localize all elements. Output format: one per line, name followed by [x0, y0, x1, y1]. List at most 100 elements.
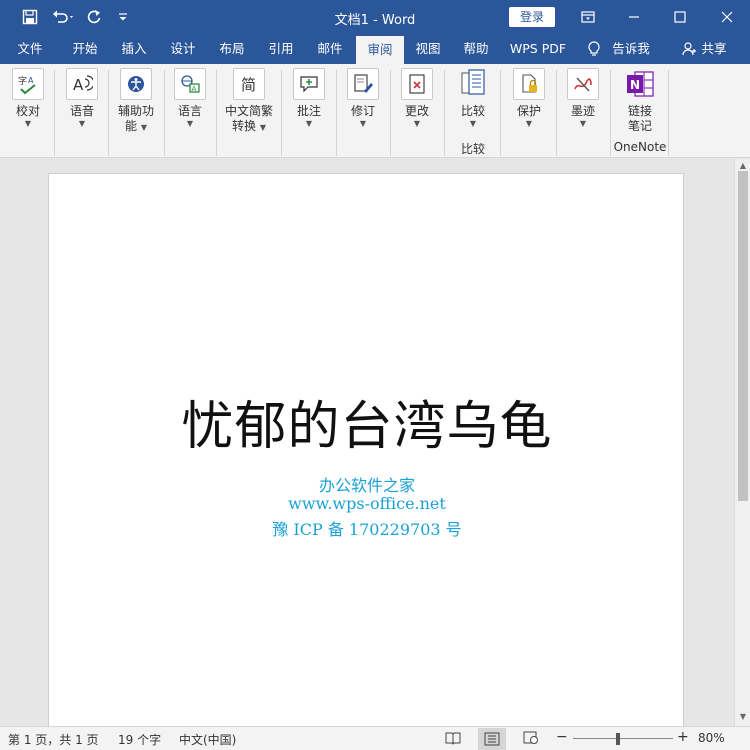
svg-text:字: 字	[18, 75, 27, 87]
tab-layout[interactable]: 布局	[209, 34, 255, 64]
chinese-conversion-button[interactable]: 简 中文简繁 转换 ▼	[222, 68, 276, 134]
protect-button[interactable]: 保护 ▼	[507, 68, 551, 129]
ink-button[interactable]: 墨迹 ▼	[561, 68, 605, 129]
ink-label: 墨迹	[570, 104, 595, 118]
tab-help[interactable]: 帮助	[453, 34, 499, 64]
document-page[interactable]: 忧郁的台湾乌龟 办公软件之家 www.wps-office.net 豫 ICP …	[48, 173, 684, 726]
tell-me-search[interactable]: 告诉我	[608, 34, 654, 64]
svg-text:A: A	[192, 85, 197, 93]
accessibility-button[interactable]: 辅助功 能 ▼	[114, 68, 158, 134]
accessibility-label-1: 辅助功	[117, 104, 154, 118]
tab-file[interactable]: 文件	[8, 34, 52, 64]
compare-button[interactable]: 比较 ▼	[451, 68, 495, 129]
scroll-down-icon[interactable]: ▼	[738, 712, 748, 722]
compare-group-label: 比较	[460, 142, 485, 156]
document-area[interactable]: 忧郁的台湾乌龟 办公软件之家 www.wps-office.net 豫 ICP …	[0, 159, 734, 726]
proofing-button[interactable]: 字A 校对 ▼	[6, 68, 50, 129]
tracking-button[interactable]: 修订 ▼	[341, 68, 385, 129]
maximize-icon[interactable]	[657, 0, 703, 34]
word-count[interactable]: 19 个字	[118, 731, 161, 748]
ribbon-display-options-icon[interactable]	[565, 0, 611, 34]
share-button[interactable]: 共享	[698, 34, 730, 64]
scrollbar-thumb[interactable]	[738, 171, 748, 501]
speech-button[interactable]: A 语音 ▼	[60, 68, 104, 129]
speech-label: 语音	[69, 104, 94, 118]
chevron-down-icon: ▼	[305, 119, 313, 128]
comments-label: 批注	[296, 104, 321, 118]
linked-notes-label-1: 链接	[627, 104, 652, 118]
tab-review[interactable]: 审阅	[356, 36, 404, 64]
accessibility-icon	[120, 68, 152, 100]
tab-home[interactable]: 开始	[62, 34, 108, 64]
tab-references[interactable]: 引用	[258, 34, 304, 64]
print-layout-icon[interactable]	[478, 728, 506, 750]
chevron-down-icon: ▼	[186, 119, 194, 128]
proofing-label: 校对	[15, 104, 40, 118]
undo-icon[interactable]	[50, 7, 78, 27]
group-divider	[216, 70, 217, 156]
group-divider	[556, 70, 557, 156]
read-mode-icon[interactable]	[445, 731, 461, 745]
person-icon[interactable]	[680, 34, 698, 64]
chinese-conversion-label-2: 转换 ▼	[232, 119, 266, 133]
track-changes-icon	[347, 68, 379, 100]
read-aloud-icon: A	[66, 68, 98, 100]
ribbon: 字A 校对 ▼ A 语音 ▼ 辅助功 能 ▼ A 语言 ▼ 简 中文简繁 转换 …	[0, 64, 750, 215]
site-url: www.wps-office.net	[288, 494, 446, 513]
web-layout-icon[interactable]	[523, 731, 539, 745]
group-divider	[336, 70, 337, 156]
linked-notes-label-2: 笔记	[627, 119, 652, 133]
compare-documents-icon	[457, 68, 489, 100]
chevron-down-icon: ▼	[24, 119, 32, 128]
svg-text:A: A	[73, 76, 84, 94]
hide-ink-icon	[567, 68, 599, 100]
tab-mailings[interactable]: 邮件	[307, 34, 353, 64]
document-heading: 忧郁的台湾乌龟	[181, 397, 553, 457]
group-divider	[108, 70, 109, 156]
zoom-slider-thumb[interactable]	[616, 733, 621, 745]
redo-icon[interactable]	[84, 7, 104, 27]
chevron-down-icon: ▼	[469, 119, 477, 128]
changes-button[interactable]: 更改 ▼	[395, 68, 439, 129]
translate-icon: A	[174, 68, 206, 100]
customize-qat-icon[interactable]	[113, 7, 133, 27]
chevron-down-icon: ▼	[525, 119, 533, 128]
chevron-down-icon: ▼	[78, 119, 86, 128]
chevron-down-icon: ▼	[359, 119, 367, 128]
site-name: 办公软件之家	[318, 476, 415, 495]
compare-label: 比较	[460, 104, 485, 118]
document-title: 文档1 - Word	[334, 13, 416, 28]
zoom-slider[interactable]	[573, 738, 673, 739]
zoom-level[interactable]: 80%	[698, 731, 725, 745]
minimize-icon[interactable]	[611, 0, 657, 34]
scroll-up-icon[interactable]: ▲	[738, 161, 748, 171]
chevron-down-icon: ▼	[413, 119, 421, 128]
chinese-conversion-label-1: 中文简繁	[224, 104, 273, 118]
zoom-in-button[interactable]: +	[677, 729, 689, 745]
login-button[interactable]: 登录	[509, 7, 555, 27]
lightbulb-icon[interactable]	[584, 34, 604, 64]
tab-view[interactable]: 视图	[406, 34, 450, 64]
comment-icon	[293, 68, 325, 100]
linked-notes-button[interactable]: N 链接 笔记	[618, 68, 662, 134]
tab-design[interactable]: 设计	[160, 34, 206, 64]
comments-button[interactable]: 批注 ▼	[287, 68, 331, 129]
save-icon[interactable]	[20, 7, 40, 27]
title-bar: 文档1 - Word 登录	[0, 0, 750, 34]
tracking-label: 修订	[350, 104, 375, 118]
lock-document-icon	[513, 68, 545, 100]
close-icon[interactable]	[704, 0, 750, 34]
language-button[interactable]: A 语言 ▼	[168, 68, 212, 129]
onenote-icon: N	[624, 68, 656, 100]
page-count[interactable]: 第 1 页，共 1 页	[8, 731, 99, 748]
zoom-out-button[interactable]: −	[556, 729, 568, 745]
tab-wps-pdf[interactable]: WPS PDF	[503, 34, 573, 64]
tab-insert[interactable]: 插入	[111, 34, 157, 64]
language-indicator[interactable]: 中文(中国)	[179, 731, 236, 748]
onenote-group-label: OneNote	[613, 140, 667, 154]
vertical-scrollbar[interactable]: ▲ ▼	[734, 159, 750, 726]
icp-number: 豫 ICP 备 170229703 号	[272, 520, 462, 539]
group-divider	[281, 70, 282, 156]
svg-text:A: A	[28, 76, 34, 85]
group-divider	[54, 70, 55, 156]
